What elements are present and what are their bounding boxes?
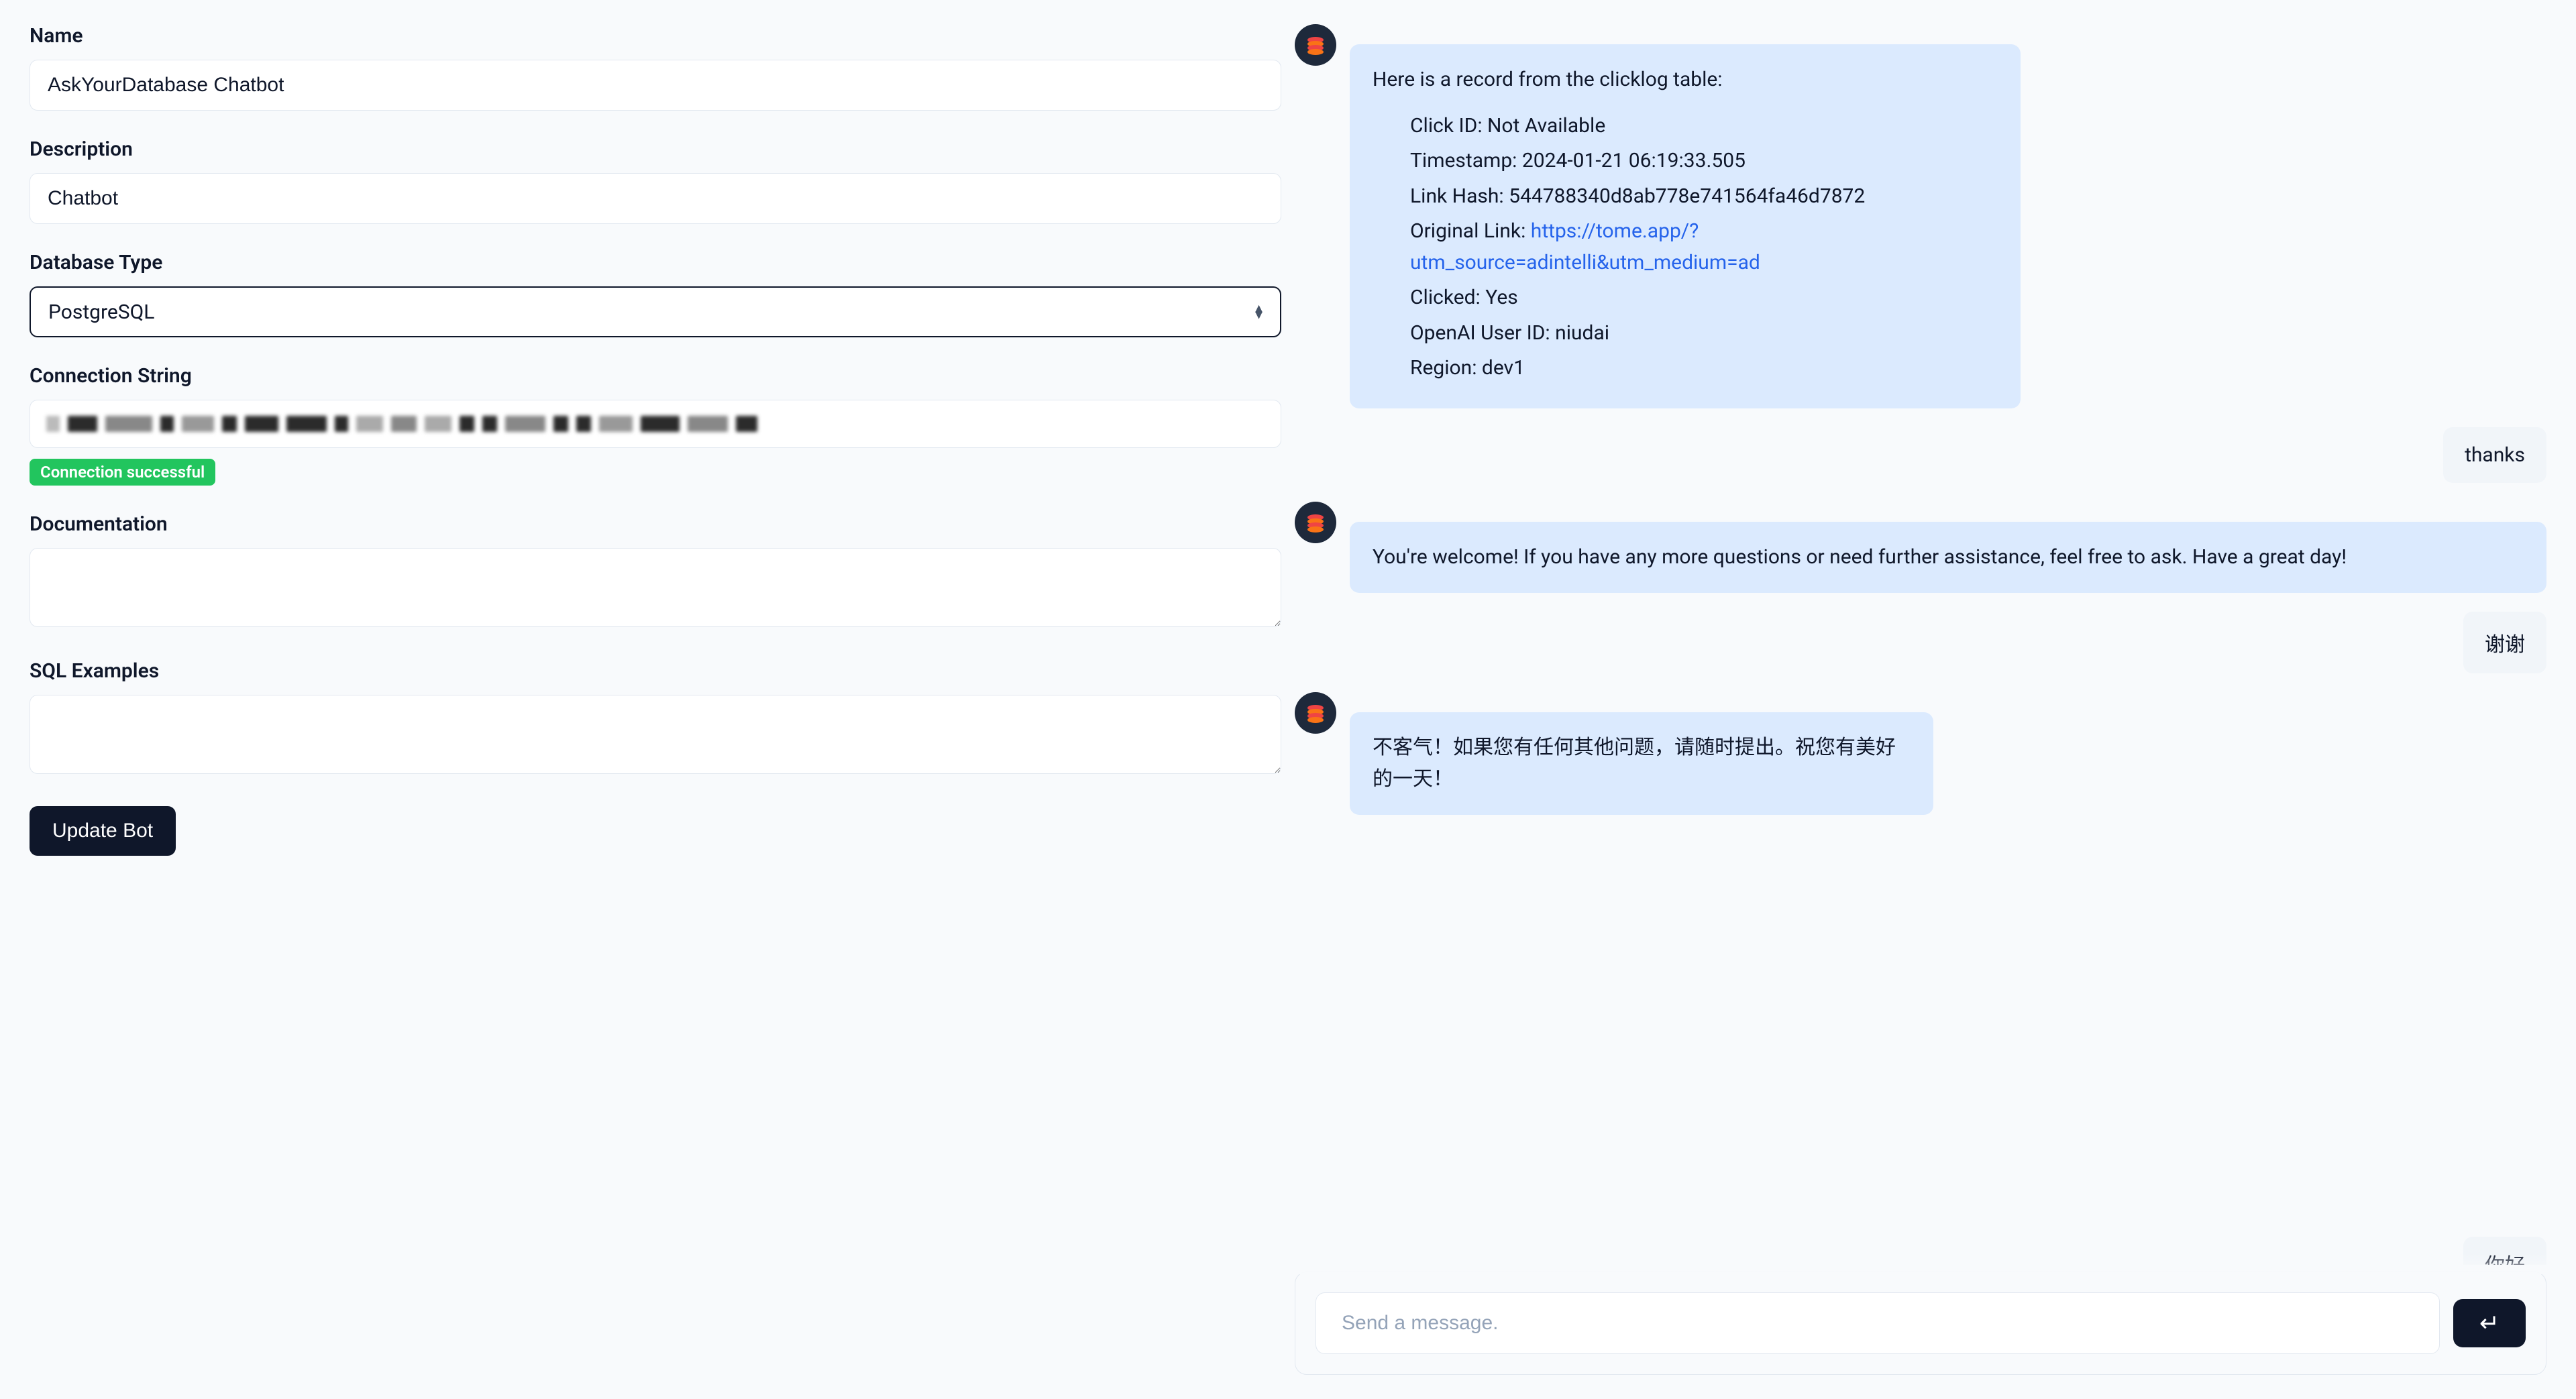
send-button[interactable]: ↵ [2453, 1299, 2526, 1347]
update-bot-button[interactable]: Update Bot [30, 806, 176, 856]
user-message: thanks [1295, 427, 2546, 483]
bot-avatar-icon [1295, 502, 1336, 543]
bot-message: 不客气！如果您有任何其他问题，请随时提出。祝您有美好的一天！ [1295, 692, 2546, 815]
enter-icon: ↵ [2479, 1309, 2500, 1337]
chat-pane: Here is a record from the clicklog table… [1288, 0, 2576, 1399]
sql-examples-label: SQL Examples [30, 659, 1281, 683]
bot-avatar-icon [1295, 692, 1336, 734]
connstr-status-badge: Connection successful [30, 459, 215, 486]
user-text: 谢谢 [2463, 612, 2546, 673]
bot-text: Here is a record from the clicklog table… [1373, 64, 1998, 96]
user-text: thanks [2443, 427, 2546, 483]
dbtype-value: PostgreSQL [48, 300, 154, 324]
description-input[interactable] [30, 173, 1281, 224]
bot-message: Here is a record from the clicklog table… [1295, 24, 2546, 408]
user-message-partial: 你好 [2463, 1237, 2546, 1265]
bot-text: You're welcome! If you have any more que… [1350, 522, 2546, 594]
chat-input-bar: ↵ [1295, 1272, 2546, 1375]
name-input[interactable] [30, 60, 1281, 111]
user-message: 谢谢 [1295, 612, 2546, 673]
name-label: Name [30, 24, 1281, 48]
chevron-updown-icon: ▴▾ [1255, 305, 1263, 319]
bot-message: You're welcome! If you have any more que… [1295, 502, 2546, 594]
bot-avatar-icon [1295, 24, 1336, 66]
message-input[interactable] [1316, 1292, 2440, 1354]
documentation-textarea[interactable] [30, 548, 1281, 627]
description-label: Description [30, 137, 1281, 161]
dbtype-select[interactable]: PostgreSQL ▴▾ [30, 286, 1281, 337]
documentation-label: Documentation [30, 512, 1281, 536]
connstr-label: Connection String [30, 364, 1281, 388]
bot-text: 不客气！如果您有任何其他问题，请随时提出。祝您有美好的一天！ [1350, 712, 1933, 815]
config-form: Name Description Database Type PostgreSQ… [0, 0, 1288, 1399]
connstr-input[interactable] [30, 400, 1281, 448]
sql-examples-textarea[interactable] [30, 695, 1281, 774]
dbtype-label: Database Type [30, 251, 1281, 274]
